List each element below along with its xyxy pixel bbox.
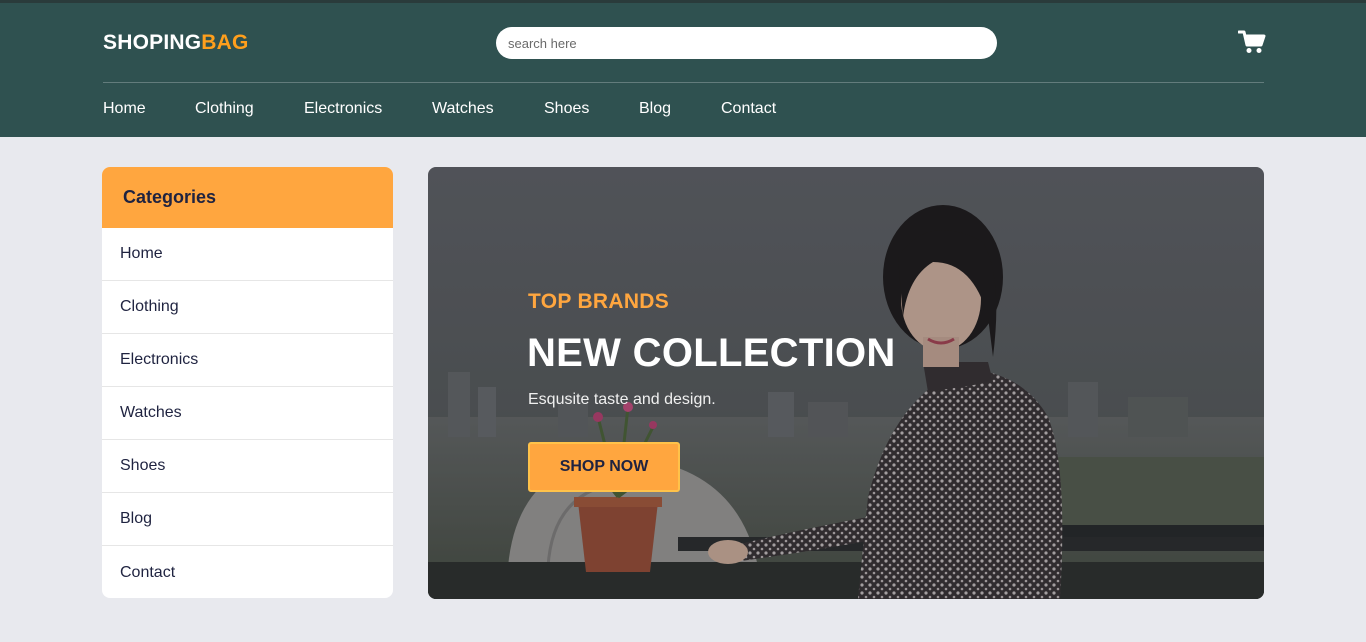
brand-logo-accent: BAG [201,31,249,54]
header-divider [103,82,1264,83]
categories-title: Categories [102,167,393,228]
category-item-shoes[interactable]: Shoes [102,440,393,493]
shop-now-button[interactable]: SHOP NOW [528,442,680,492]
category-item-home[interactable]: Home [102,228,393,281]
nav-item-shoes[interactable]: Shoes [544,100,589,118]
category-item-electronics[interactable]: Electronics [102,334,393,387]
nav-item-home[interactable]: Home [103,100,146,118]
brand-logo-main: SHOPING [103,31,202,54]
nav-item-clothing[interactable]: Clothing [195,100,254,118]
category-item-blog[interactable]: Blog [102,493,393,546]
brand-logo[interactable]: SHOPINGBAG [103,31,249,55]
search-input[interactable] [496,27,997,59]
nav-item-electronics[interactable]: Electronics [304,100,382,118]
hero-banner: TOP BRANDS NEW COLLECTION Esqusite taste… [428,167,1264,599]
hero-subtitle: TOP BRANDS [528,290,670,313]
cart-icon[interactable] [1237,29,1266,55]
categories-sidebar: Categories Home Clothing Electronics Wat… [102,167,393,598]
category-item-contact[interactable]: Contact [102,546,393,598]
hero-image [428,167,1264,599]
category-item-watches[interactable]: Watches [102,387,393,440]
nav-item-blog[interactable]: Blog [639,100,671,118]
category-item-clothing[interactable]: Clothing [102,281,393,334]
categories-list: Home Clothing Electronics Watches Shoes … [102,228,393,598]
nav-item-contact[interactable]: Contact [721,100,776,118]
site-header: SHOPINGBAG Home Clothing Electronics Wat… [0,3,1366,137]
nav-item-watches[interactable]: Watches [432,100,494,118]
hero-title: NEW COLLECTION [527,331,896,375]
hero-description: Esqusite taste and design. [528,391,716,408]
